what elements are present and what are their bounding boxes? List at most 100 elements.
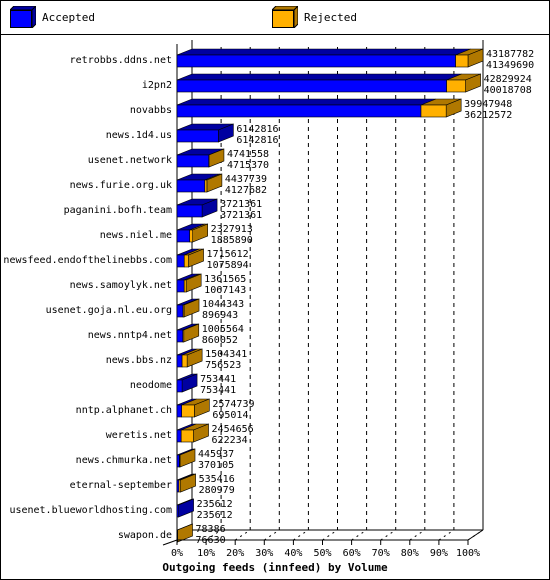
floor-grid-line (293, 529, 309, 541)
category-label: news.samoylyk.net (70, 280, 172, 291)
category-label: usenet.blueworldhosting.com (9, 505, 172, 516)
bar-accepted (176, 454, 180, 468)
data-label-accepted: 6142816 (236, 135, 278, 146)
bar-side (181, 373, 198, 393)
bar-accepted (176, 404, 182, 418)
bar-rejected (182, 304, 185, 318)
data-label-accepted: 896943 (202, 310, 238, 321)
data-label-total: 445937 (198, 449, 234, 460)
bar-accepted (176, 179, 206, 193)
bar-accepted (176, 129, 219, 143)
bar-accepted (176, 79, 447, 93)
category-label: usenet.goja.nl.eu.org (46, 305, 172, 316)
x-tick-label: 40% (284, 548, 302, 559)
data-label-total: 4741558 (227, 149, 269, 160)
data-label-total: 535416 (199, 474, 235, 485)
bar-rejected (181, 404, 195, 418)
data-label-total: 78386 (196, 524, 226, 535)
category-label: novabbs (130, 105, 172, 116)
bar-accepted (176, 279, 185, 293)
data-label-accepted: 4127682 (225, 185, 267, 196)
category-label: news.1d4.us (106, 130, 172, 141)
category-label: news.bbs.nz (106, 355, 172, 366)
x-tick-label: 60% (343, 548, 361, 559)
data-label-accepted: 622234 (212, 435, 248, 446)
bar-rejected (183, 254, 189, 268)
bar-side (179, 448, 196, 468)
data-label-accepted: 756523 (205, 360, 241, 371)
data-label-accepted: 1075894 (207, 260, 249, 271)
bar-top-accepted (176, 48, 471, 56)
data-label-accepted: 40018708 (484, 85, 532, 96)
data-label-accepted: 41349690 (486, 60, 534, 71)
bar-rejected (446, 79, 466, 93)
x-tick-label: 100% (456, 548, 480, 559)
floor-grid-line (234, 529, 251, 541)
category-label: news.niel.me (100, 230, 172, 241)
data-label-total: 39947948 (464, 99, 512, 110)
bar-accepted (176, 254, 185, 268)
data-label-total: 4437739 (225, 174, 267, 185)
bar-side (178, 498, 194, 518)
category-label: news.nntp4.net (88, 330, 172, 341)
data-label-accepted: 280979 (199, 485, 235, 496)
bar-accepted (176, 379, 183, 393)
floor-grid-line (264, 529, 280, 541)
bar-rejected (179, 454, 181, 468)
data-label-total: 1504341 (205, 349, 247, 360)
x-tick-label: 80% (401, 548, 419, 559)
x-tick-label: 90% (430, 548, 448, 559)
floor-edge-right (467, 529, 484, 541)
data-label-accepted: 1885890 (211, 235, 253, 246)
category-label: nntp.alphanet.ch (76, 405, 172, 416)
bar-chart: retrobbs.ddns.net 4318778241349690 i2pn2 42… (3, 40, 534, 574)
data-label-total: 3721361 (220, 199, 262, 210)
category-label: retrobbs.ddns.net (70, 55, 172, 66)
bar-top-accepted (176, 73, 462, 81)
bar-accepted (176, 504, 179, 518)
data-label-accepted: 1067143 (204, 285, 246, 296)
bar-side (180, 473, 196, 493)
data-label-accepted: 860052 (202, 335, 238, 346)
bar-rejected (183, 279, 187, 293)
data-label-total: 1715612 (207, 249, 249, 260)
x-tick-label: 70% (372, 548, 390, 559)
floor-grid-line (322, 529, 338, 541)
x-tick-label: 0% (171, 548, 183, 559)
category-label: neodome (130, 380, 172, 391)
bar-rejected (204, 179, 208, 193)
bar-rejected (180, 429, 194, 443)
bar-rejected (189, 229, 193, 243)
data-label-accepted: 4715370 (227, 160, 269, 171)
bar-rejected (178, 479, 181, 493)
floor-grid-line (438, 529, 455, 541)
bar-rejected (181, 354, 188, 368)
category-label: paganini.bofh.team (64, 205, 172, 216)
category-label: newsfeed.endofthelinebbs.com (3, 255, 172, 266)
category-label: i2pn2 (142, 80, 172, 91)
data-label-total: 43187782 (486, 49, 534, 60)
data-label-total: 2574739 (212, 399, 254, 410)
bar-rejected (182, 329, 185, 343)
category-label: swapon.de (118, 530, 172, 541)
bar-rejected (420, 104, 447, 118)
bar-rejected (455, 54, 469, 68)
category-label: news.chmurka.net (76, 455, 172, 466)
bar-accepted (176, 354, 183, 368)
data-label-accepted: 753441 (200, 385, 236, 396)
x-tick-label: 10% (197, 548, 215, 559)
data-label-total: 1044343 (202, 299, 244, 310)
bar-accepted (176, 229, 191, 243)
bar-accepted (176, 429, 182, 443)
x-axis-title: Outgoing feeds (innfeed) by Volume (162, 561, 388, 574)
data-label-total: 2454656 (212, 424, 254, 435)
data-label-accepted: 36212572 (464, 110, 512, 121)
category-label: news.furie.org.uk (70, 180, 172, 191)
data-label-accepted: 235612 (197, 510, 233, 521)
floor-grid-line (351, 529, 367, 541)
category-label: eternal-september (70, 480, 172, 491)
data-label-total: 6142816 (236, 124, 278, 135)
category-label: usenet.network (88, 155, 172, 166)
data-label-total: 2327913 (211, 224, 253, 235)
bar-accepted (176, 329, 184, 343)
